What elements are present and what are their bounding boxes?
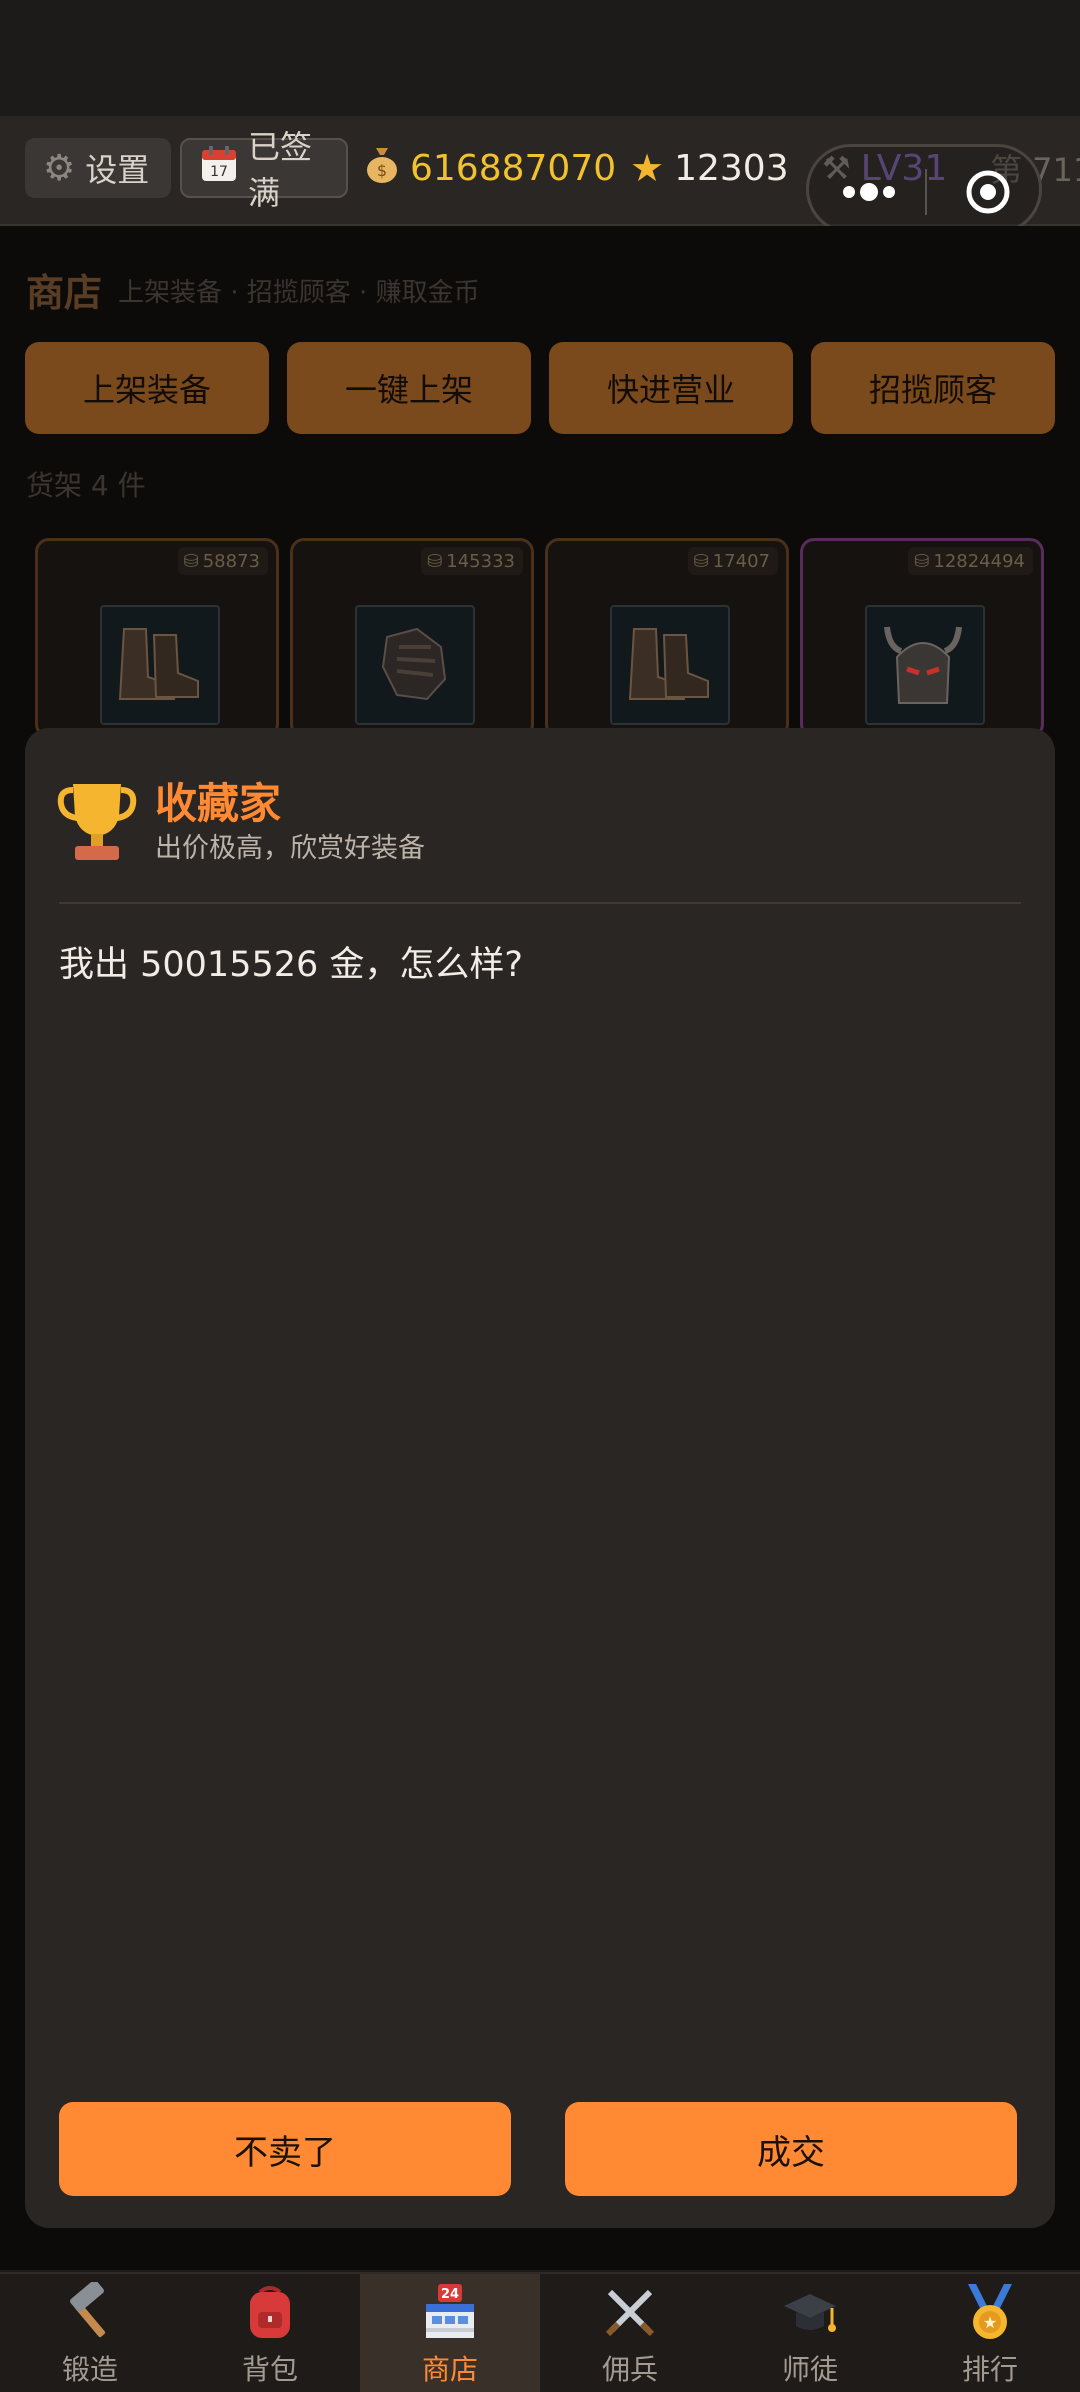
- nav-item-mercenary[interactable]: 佣兵: [540, 2274, 720, 2392]
- gauntlet-icon: [355, 605, 475, 725]
- gear-icon: ⚙: [43, 147, 76, 189]
- shelf-item[interactable]: ⛁ 17407: [545, 538, 789, 738]
- bottom-nav: 锻造 背包 24 商店 佣兵 师徒 ★ 排行: [0, 2272, 1080, 2392]
- miniprogram-capsule: [806, 144, 1042, 234]
- list-equipment-button[interactable]: 上架装备: [25, 342, 269, 434]
- svg-text:17: 17: [210, 164, 228, 180]
- nav-label: 师徒: [781, 2353, 838, 2386]
- star-amount: 12303: [674, 147, 789, 189]
- price-tag: ⛁ 17407: [687, 547, 778, 575]
- price-tag: ⛁ 12824494: [908, 547, 1033, 575]
- shelf-item[interactable]: ⛁ 145333: [290, 538, 534, 738]
- price-tag: ⛁ 58873: [177, 547, 268, 575]
- svg-text:24: 24: [441, 2287, 459, 2302]
- dialog-title: 收藏家: [155, 779, 282, 828]
- shelf-item[interactable]: ⛁ 58873: [35, 538, 279, 738]
- nav-item-mentor[interactable]: 师徒: [720, 2274, 900, 2392]
- money-bag-icon: ⛁: [183, 550, 199, 572]
- shelf-item[interactable]: ⛁ 12824494: [800, 538, 1044, 738]
- backpack-icon: [240, 2282, 300, 2342]
- money-bag-icon: ⛁: [914, 550, 930, 572]
- nav-label: 锻造: [61, 2353, 118, 2386]
- nav-item-shop[interactable]: 24 商店: [360, 2274, 540, 2392]
- capsule-divider: [925, 169, 927, 215]
- accept-button[interactable]: 成交: [565, 2102, 1017, 2196]
- shop-icon: 24: [420, 2282, 480, 2342]
- nav-item-forge[interactable]: 锻造: [0, 2274, 180, 2392]
- calendar-icon: 17: [200, 145, 238, 191]
- crossed-swords-icon: [600, 2282, 660, 2342]
- price-tag: ⛁ 145333: [421, 547, 523, 575]
- nav-label: 排行: [961, 2353, 1018, 2386]
- boots-icon: [100, 605, 220, 725]
- page-subtitle: 上架装备 · 招揽顾客 · 赚取金币: [118, 278, 480, 308]
- offer-message: 我出 50015526 金，怎么样?: [59, 945, 523, 985]
- star-counter: ★ 12303: [630, 138, 789, 198]
- signin-label: 已签满: [248, 128, 313, 212]
- signin-button[interactable]: 17 已签满: [180, 128, 348, 212]
- graduation-cap-icon: [780, 2282, 840, 2342]
- money-bag-icon: ⛁: [427, 550, 443, 572]
- nav-label: 佣兵: [601, 2353, 658, 2386]
- star-icon: ★: [630, 146, 665, 190]
- nav-item-backpack[interactable]: 背包: [180, 2274, 360, 2392]
- settings-button[interactable]: ⚙ 设置: [25, 138, 171, 198]
- boots-icon: [610, 605, 730, 725]
- shelf-count: 货架 4 件: [26, 469, 146, 502]
- svg-text:$: $: [377, 161, 387, 180]
- decline-button[interactable]: 不卖了: [59, 2102, 511, 2196]
- gold-counter: $ 616887070: [364, 138, 616, 198]
- hammer-icon: [60, 2280, 120, 2342]
- nav-label: 背包: [241, 2353, 298, 2386]
- more-icon[interactable]: [839, 177, 899, 207]
- offer-dialog: 收藏家 出价极高，欣赏好装备 我出 50015526 金，怎么样? 不卖了 成交: [25, 728, 1055, 2228]
- gold-amount: 616887070: [410, 147, 617, 189]
- nav-item-ranking[interactable]: ★ 排行: [900, 2274, 1080, 2392]
- dialog-subtitle: 出价极高，欣赏好装备: [155, 833, 425, 864]
- helmet-icon: [865, 605, 985, 725]
- svg-text:★: ★: [983, 2313, 997, 2332]
- money-bag-icon: $: [364, 144, 400, 193]
- nav-label: 商店: [421, 2353, 478, 2386]
- page-title: 商店: [26, 271, 103, 315]
- settings-label: 设置: [85, 151, 150, 189]
- status-bar: [0, 0, 1080, 116]
- attract-customers-button[interactable]: 招揽顾客: [811, 342, 1055, 434]
- money-bag-icon: ⛁: [693, 550, 709, 572]
- one-click-list-button[interactable]: 一键上架: [287, 342, 531, 434]
- medal-icon: ★: [960, 2282, 1020, 2342]
- close-target-icon[interactable]: [965, 169, 1011, 215]
- fast-forward-button[interactable]: 快进营业: [549, 342, 793, 434]
- trophy-icon: [57, 784, 137, 860]
- divider: [59, 902, 1021, 904]
